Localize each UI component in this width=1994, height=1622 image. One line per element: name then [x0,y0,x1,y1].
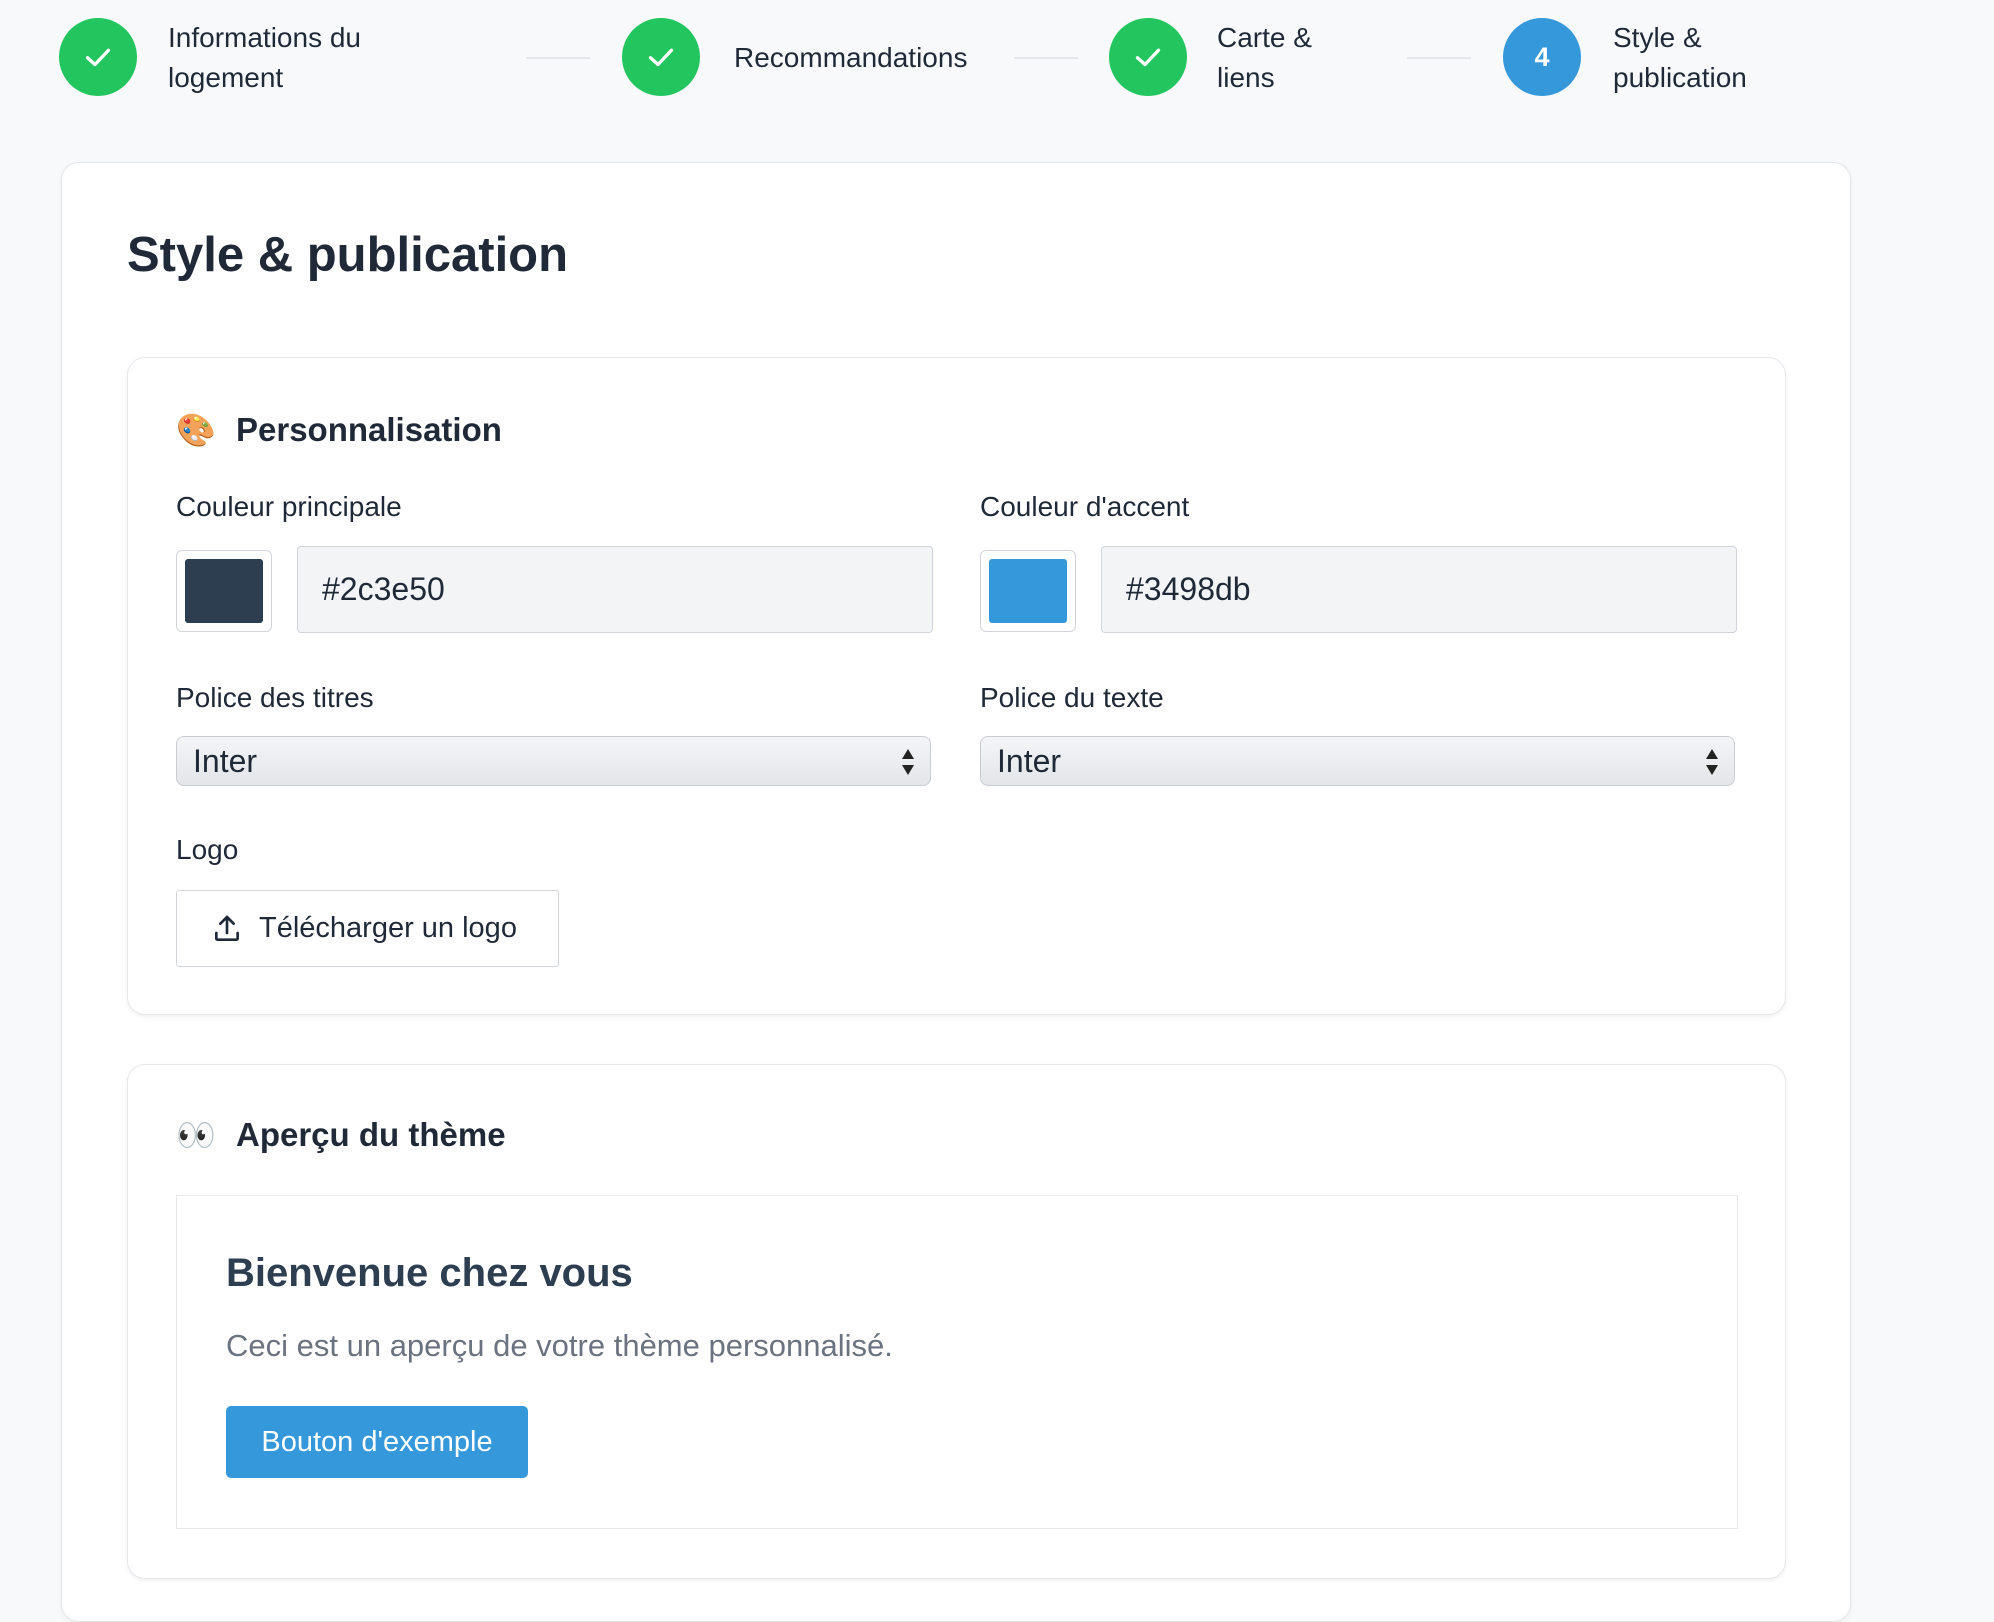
title-font-label: Police des titres [176,682,374,713]
text-font-select[interactable]: Inter [980,736,1735,786]
section-title: Aperçu du thème [236,1116,506,1153]
theme-preview-box: Bienvenue chez vous Ceci est un aperçu d… [176,1195,1738,1529]
accent-color-swatch [989,559,1067,623]
title-font-select[interactable]: Inter [176,736,931,786]
section-header: 👀 Aperçu du thème [176,1115,506,1155]
page-title: Style & publication [127,228,569,282]
accent-color-input[interactable]: #3498db [1101,546,1737,633]
section-header: 🎨 Personnalisation [176,410,502,450]
upload-icon [215,915,239,941]
section-title: Personnalisation [236,411,502,448]
step-connector [1407,57,1471,59]
title-font-value: Inter [193,742,258,779]
step-connector [1014,57,1078,59]
primary-color-swatch [185,559,263,623]
progress-stepper: Informations du logement Recommandations… [0,0,1994,120]
theme-preview-section: 👀 Aperçu du thème Bienvenue chez vous Ce… [127,1064,1786,1579]
step-2-indicator [622,18,700,96]
logo-label: Logo [176,834,239,865]
preview-heading: Bienvenue chez vous [226,1251,633,1295]
select-arrows-icon [902,749,914,775]
check-icon [1135,48,1161,67]
sample-button[interactable]: Bouton d'exemple [226,1406,528,1478]
palette-icon: 🎨 [176,412,216,448]
accent-color-picker[interactable] [980,550,1076,632]
eyes-icon: 👀 [176,1117,216,1153]
check-icon [85,48,111,67]
upload-logo-label: Télécharger un logo [259,912,517,944]
text-font-label: Police du texte [980,682,1164,713]
primary-color-input[interactable]: #2c3e50 [297,546,933,633]
step-2-label: Recommandations [734,42,968,73]
step-1-label: Informations du logement [168,22,361,93]
step-4-indicator: 4 [1503,18,1581,96]
primary-color-label: Couleur principale [176,491,402,522]
step-3-indicator [1109,18,1187,96]
check-icon [648,48,674,67]
accent-color-label: Couleur d'accent [980,491,1190,522]
step-4-label: Style & publication [1613,22,1747,93]
primary-color-picker[interactable] [176,550,272,632]
style-publication-card: Style & publication 🎨 Personnalisation C… [61,162,1851,1622]
personalisation-section: 🎨 Personnalisation Couleur principale #2… [127,357,1786,1015]
text-font-value: Inter [997,742,1062,779]
step-connector [526,57,590,59]
upload-logo-button[interactable]: Télécharger un logo [176,890,559,967]
preview-text: Ceci est un aperçu de votre thème person… [226,1328,893,1363]
step-1-indicator [59,18,137,96]
select-arrows-icon [1706,749,1718,775]
step-3-label: Carte & liens [1217,22,1312,93]
